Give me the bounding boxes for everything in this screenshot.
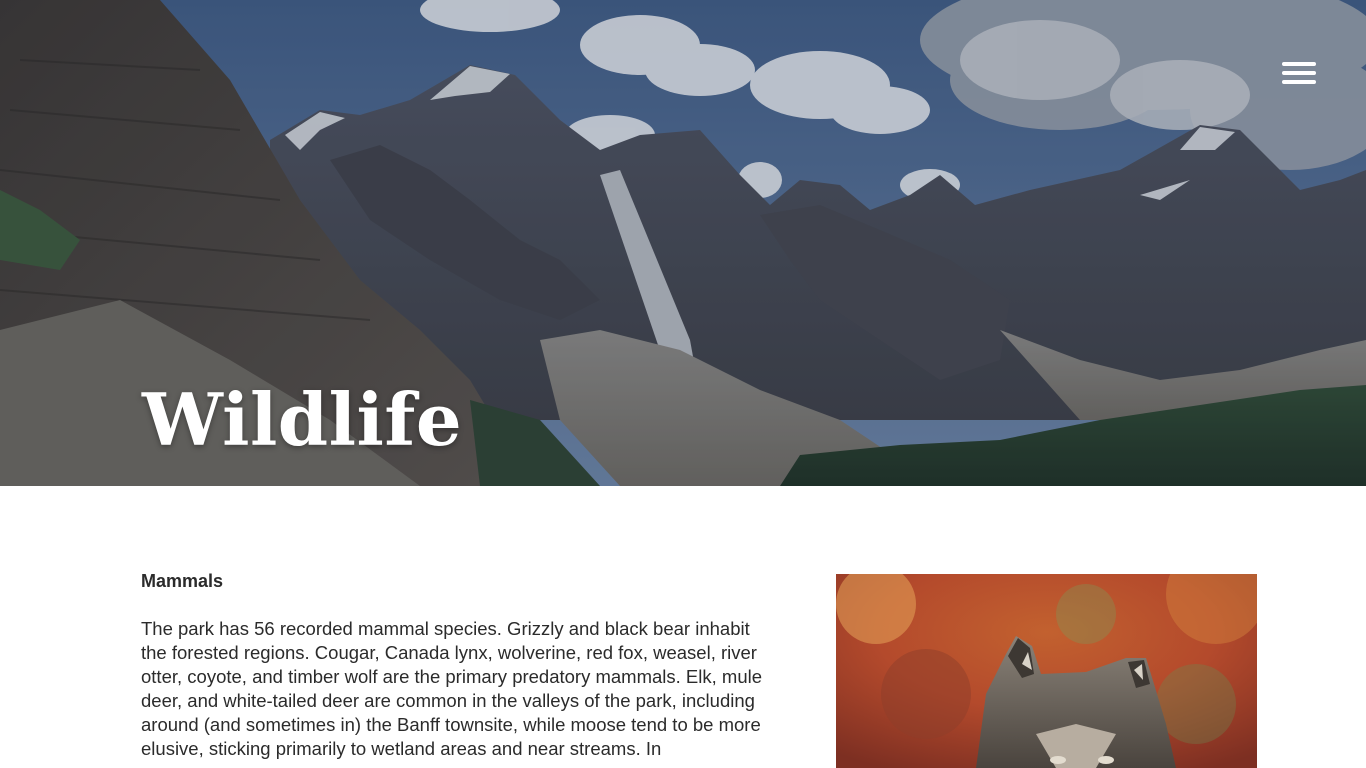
hamburger-menu-icon-bar [1282,71,1316,75]
section-body-text: The park has 56 recorded mammal species.… [141,618,763,759]
hamburger-menu-icon [1282,62,1316,66]
section-heading: Mammals [141,571,224,591]
wolf-photo-image [836,574,1257,768]
hero-banner: Wildlife [0,0,1366,486]
page-title: Wildlife [142,377,463,462]
menu-button[interactable] [1276,58,1322,88]
hamburger-menu-icon-bar [1282,80,1316,84]
wolf-photo [836,574,1257,768]
